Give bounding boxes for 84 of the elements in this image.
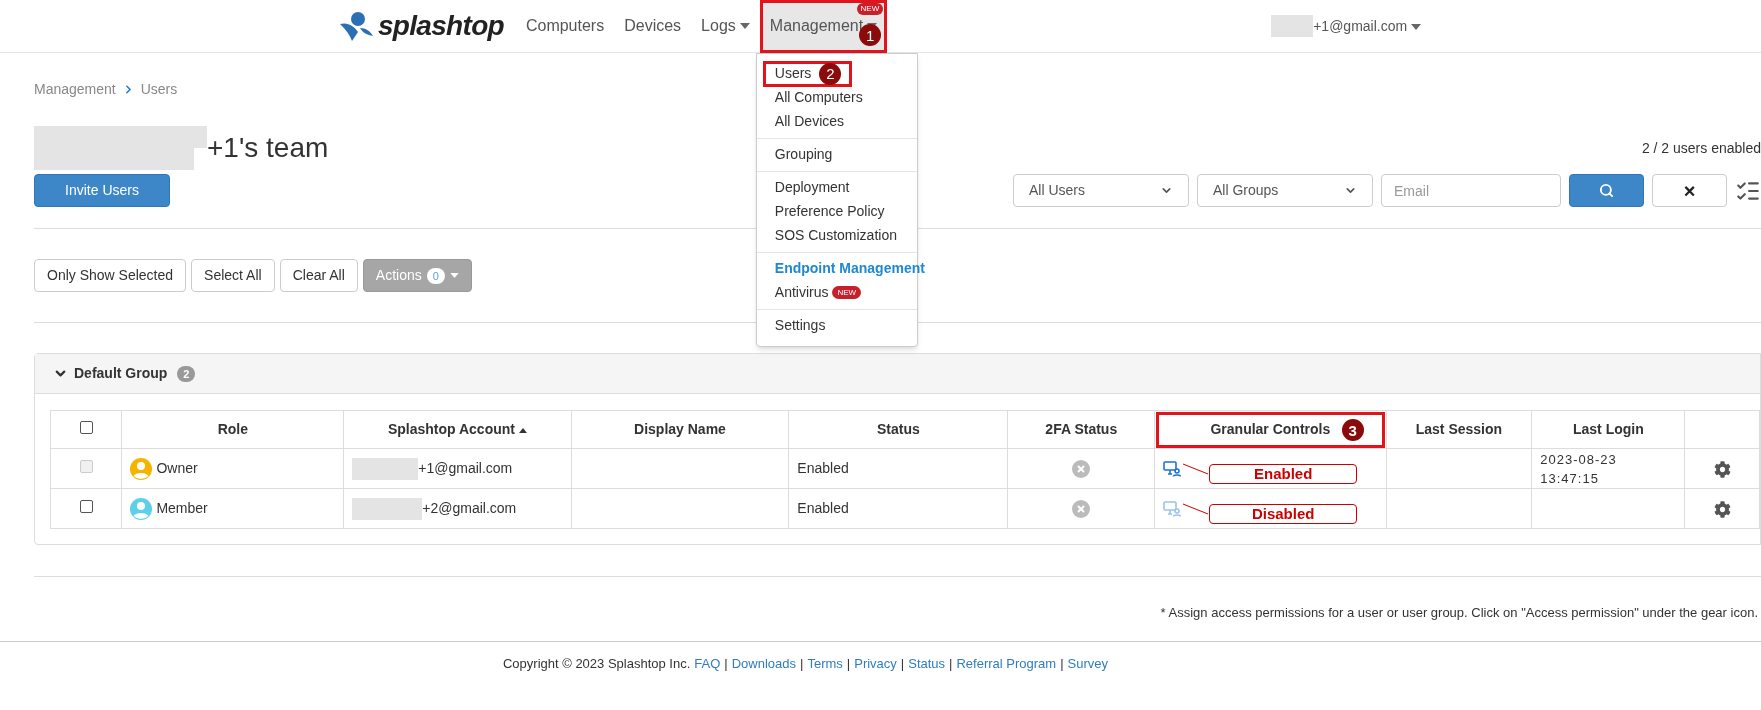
table-cell-text: 2023-08-23 13:47:15	[1540, 450, 1618, 488]
table-cell: Enabled	[797, 460, 849, 476]
filter-select[interactable]: All Groups	[1197, 174, 1373, 207]
sort-up-icon	[518, 427, 527, 433]
monitor-user-icon	[1163, 460, 1182, 477]
menu-item[interactable]: Grouping	[774, 144, 833, 165]
table-cell-text: +1@gmail.com	[418, 459, 513, 478]
column-header: Status	[788, 410, 1008, 449]
separator: |	[800, 654, 804, 673]
column-header: Granular Controls 3	[1154, 410, 1387, 449]
footer-link[interactable]: Status	[908, 653, 946, 673]
settings-icon[interactable]	[1713, 500, 1731, 518]
column-header[interactable]: Splashtop Account	[343, 410, 572, 449]
menu-item[interactable]: SOS Customization	[774, 225, 897, 246]
annotation-number: 2	[819, 62, 842, 85]
splashtop-logo-icon	[338, 10, 374, 42]
clear-button[interactable]: ×	[1652, 174, 1727, 207]
team-title: +1's team	[207, 131, 329, 165]
nav-link[interactable]: Computers	[515, 0, 615, 53]
group-name[interactable]: Default Group	[74, 363, 168, 384]
toolbar-button[interactable]: Only Show Selected	[34, 259, 187, 292]
search-button[interactable]	[1569, 174, 1644, 207]
toolbar-button[interactable]: Clear All	[279, 259, 358, 292]
logo-text[interactable]: splashtop	[378, 5, 504, 47]
checkbox[interactable]	[79, 500, 93, 513]
callout-label: Enabled	[1209, 463, 1358, 484]
filter-select[interactable]: All Users	[1013, 174, 1189, 207]
separator: |	[724, 654, 728, 673]
callout-label: Disabled	[1209, 503, 1358, 524]
separator: |	[900, 654, 905, 673]
redacted-block	[352, 497, 423, 520]
breadcrumb-link[interactable]: Management	[34, 79, 116, 100]
column-header: Last Session	[1386, 410, 1532, 449]
note-text: * Assign access permissions for a user or user group. Click on "Access permission" under the gear icon.	[1160, 604, 1758, 622]
menu-heading: Endpoint Management	[774, 259, 925, 278]
breadcrumb-current: Users	[140, 80, 178, 99]
footer-link[interactable]: Survey	[1067, 653, 1109, 673]
menu-item[interactable]: All Devices	[774, 111, 845, 132]
redacted-block	[1271, 15, 1314, 37]
table-cell-text: +2@gmail.com	[422, 499, 517, 518]
nav-link[interactable]: Devices	[614, 0, 692, 53]
user-avatar-icon	[130, 457, 153, 480]
separator: |	[1060, 654, 1064, 673]
redacted-block	[352, 457, 419, 480]
settings-icon[interactable]	[1713, 460, 1731, 478]
users-enabled-count: 2 / 2 users enabled	[1641, 138, 1761, 158]
footer-link[interactable]: FAQ	[694, 653, 721, 673]
table-cell: Enabled	[797, 500, 849, 516]
column-header: Display Name	[571, 410, 789, 449]
checkbox[interactable]	[79, 421, 93, 434]
menu-item[interactable]: Preference Policy	[774, 201, 885, 222]
caret-icon	[1411, 23, 1422, 30]
table-cell-text: Member	[156, 499, 208, 518]
monitor-user-icon	[1163, 500, 1182, 517]
leader-line	[1183, 462, 1210, 475]
menu-item[interactable]: Users	[774, 63, 812, 84]
account-menu[interactable]: +1@gmail.com	[1313, 15, 1422, 37]
count-badge: 2	[177, 365, 196, 382]
footer-link[interactable]: Terms	[807, 653, 843, 673]
count-badge: 0	[426, 267, 445, 284]
menu-item[interactable]: Antivirus	[774, 282, 829, 303]
annotation-number: 3	[1341, 419, 1364, 441]
column-header: Role	[121, 410, 344, 449]
footer-link[interactable]: Downloads	[731, 653, 797, 673]
caret-icon	[449, 273, 459, 278]
column-header: 2FA Status	[1007, 410, 1155, 449]
menu-item[interactable]: Deployment	[774, 177, 850, 198]
invite-users-button[interactable]: Invite Users	[34, 174, 170, 207]
copyright-text: Copyright © 2023 Splashtop Inc.	[502, 654, 691, 673]
footer-link[interactable]: Privacy	[854, 653, 897, 673]
separator: |	[846, 654, 851, 673]
email-field[interactable]: Email	[1381, 174, 1561, 207]
user-avatar-icon	[130, 497, 153, 520]
column-header: Last Login	[1531, 410, 1685, 449]
footer-link[interactable]: Referral Program	[956, 653, 1057, 673]
toolbar-button[interactable]: Select All	[191, 259, 275, 292]
leader-line	[1183, 502, 1210, 515]
menu-item[interactable]: All Computers	[774, 87, 863, 108]
nav-link[interactable]: Logs	[691, 0, 760, 53]
new-badge: NEW	[832, 286, 862, 299]
search-icon	[1599, 183, 1614, 198]
separator: |	[949, 654, 953, 673]
table-cell-text: Owner	[156, 459, 198, 478]
menu-item[interactable]: Settings	[774, 315, 826, 336]
